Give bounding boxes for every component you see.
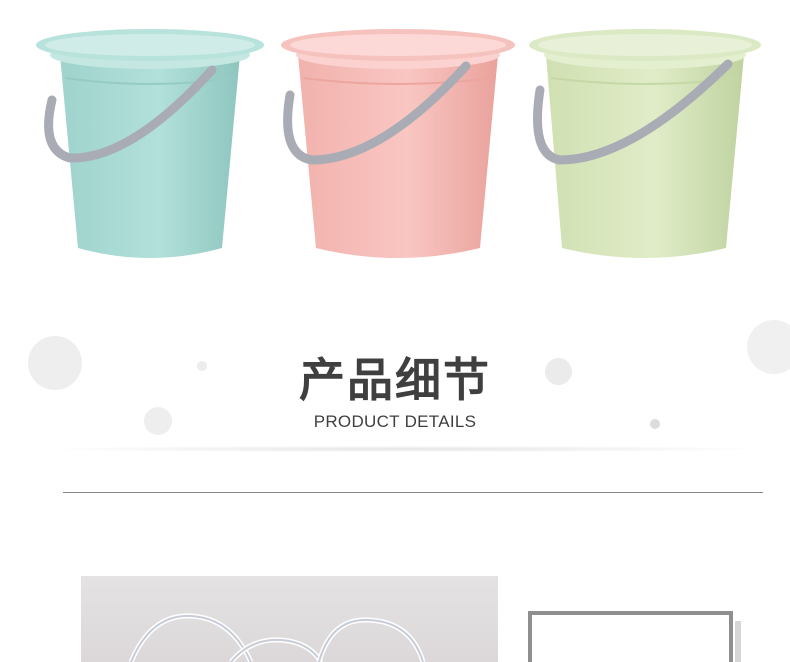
pink-bucket [281, 29, 515, 258]
green-bucket [529, 29, 761, 258]
section-title-en: PRODUCT DETAILS [313, 412, 477, 431]
product-hero-image [36, 29, 761, 258]
section-title: 产品细节 PRODUCT DETAILS [0, 350, 790, 432]
section-divider [63, 492, 763, 493]
teal-bucket [36, 29, 264, 258]
detail-photo [81, 576, 498, 662]
title-shadow-line [60, 446, 750, 452]
product-detail-page: 产品细节 PRODUCT DETAILS [0, 0, 790, 662]
section-title-cn: 产品细节 [299, 353, 491, 407]
handles-illustration [128, 613, 426, 662]
detail-frame [528, 611, 733, 662]
